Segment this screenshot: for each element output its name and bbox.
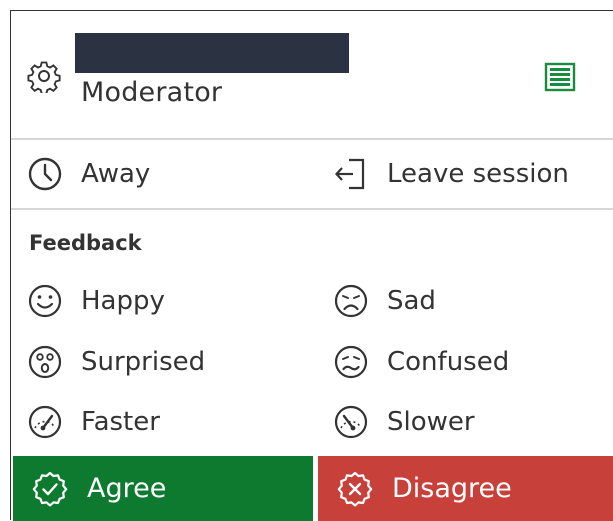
user-header: Moderator [11, 11, 613, 140]
agree-button[interactable]: Agree [13, 456, 313, 521]
list-icon[interactable] [543, 61, 577, 93]
disagree-button[interactable]: Disagree [318, 456, 613, 521]
speedometer-fast-icon [27, 404, 63, 440]
clock-icon [27, 156, 63, 192]
feedback-label: Slower [387, 407, 475, 437]
session-menu-panel: Moderator Away Leave session Feedback Ha… [10, 10, 613, 521]
feedback-label: Faster [81, 407, 160, 437]
sad-face-icon [333, 283, 369, 319]
confused-face-icon [333, 344, 369, 380]
happy-face-icon [27, 283, 63, 319]
feedback-label: Surprised [81, 347, 206, 377]
feedback-label: Happy [81, 286, 165, 316]
feedback-happy-button[interactable]: Happy [27, 277, 165, 325]
exit-icon [333, 156, 369, 192]
away-label: Away [81, 159, 151, 189]
feedback-heading: Feedback [29, 231, 142, 255]
agree-badge-icon [31, 470, 69, 508]
feedback-slower-button[interactable]: Slower [333, 398, 475, 446]
feedback-label: Confused [387, 347, 510, 377]
speedometer-slow-icon [333, 404, 369, 440]
away-button[interactable]: Away [27, 150, 150, 198]
leave-session-button[interactable]: Leave session [333, 150, 569, 198]
feedback-sad-button[interactable]: Sad [333, 277, 436, 325]
gear-icon[interactable] [27, 59, 61, 95]
status-row: Away Leave session [11, 140, 613, 210]
feedback-surprised-button[interactable]: Surprised [27, 338, 205, 386]
leave-session-label: Leave session [387, 159, 569, 189]
feedback-faster-button[interactable]: Faster [27, 398, 160, 446]
surprised-face-icon [27, 344, 63, 380]
feedback-label: Sad [387, 286, 436, 316]
disagree-badge-icon [336, 470, 374, 508]
user-name-redacted [75, 33, 349, 73]
agree-label: Agree [87, 473, 167, 504]
user-role: Moderator [81, 77, 223, 108]
feedback-confused-button[interactable]: Confused [333, 338, 509, 386]
disagree-label: Disagree [392, 473, 512, 504]
